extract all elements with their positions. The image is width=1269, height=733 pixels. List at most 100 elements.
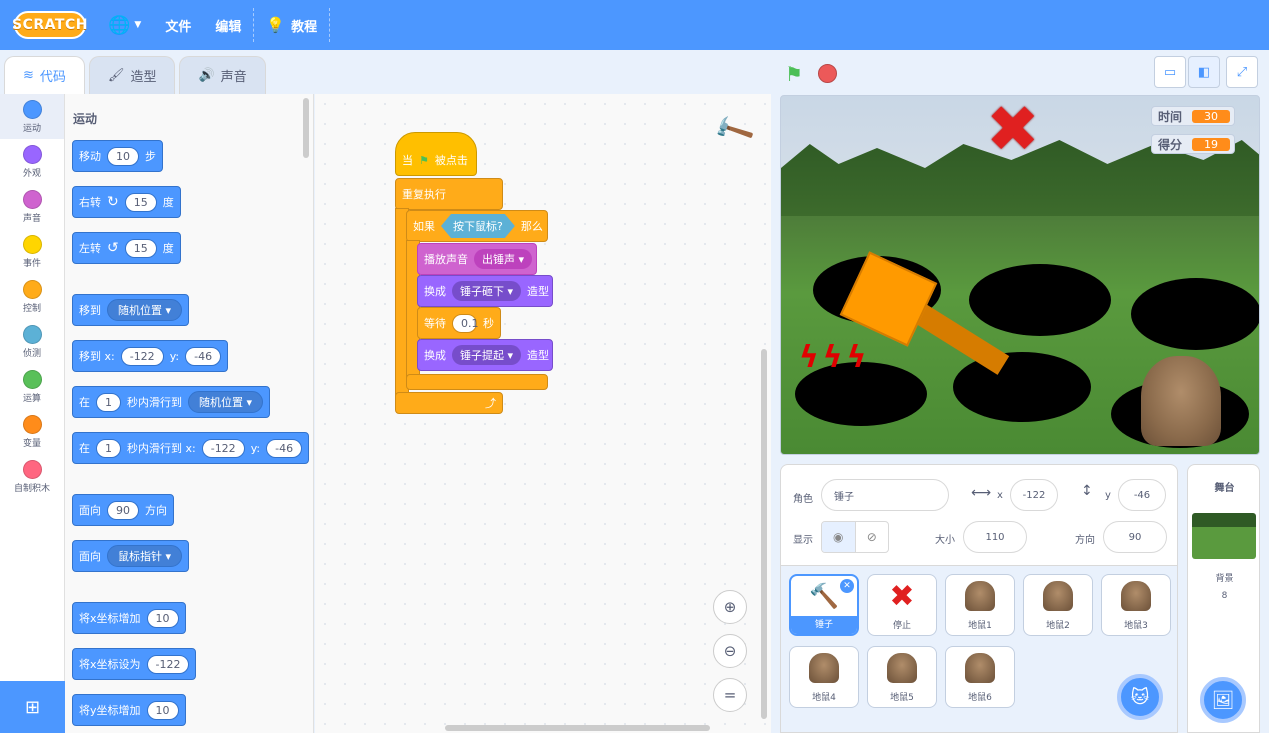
zoom-in-button[interactable]: ⊕: [713, 590, 747, 624]
block-glide[interactable]: 在 1 秒内滑行到 随机位置 ▾: [72, 386, 271, 418]
category-sound[interactable]: 声音: [0, 184, 64, 229]
costume-dropdown[interactable]: 锤子砸下 ▾: [452, 281, 522, 301]
tab-sounds[interactable]: 🔊 声音: [179, 56, 266, 94]
sprite-tile-mole6[interactable]: 地鼠6: [945, 646, 1015, 708]
sprite-tile-mole1[interactable]: 地鼠1: [945, 574, 1015, 636]
block-turn-left[interactable]: 左转 ↺ 15 度: [72, 232, 181, 264]
show-visible-button[interactable]: ◉: [822, 522, 856, 552]
sprite-tile-stop[interactable]: ✖ 停止: [867, 574, 937, 636]
block-turn-right[interactable]: 右转 ↻ 15 度: [72, 186, 181, 218]
block-goto-xy[interactable]: 移到 x: -122 y: -46: [72, 340, 229, 372]
category-motion[interactable]: 运动: [0, 94, 64, 139]
number-input[interactable]: -122: [146, 654, 190, 674]
number-input[interactable]: 10: [146, 608, 179, 628]
when-flag-clicked-block[interactable]: 当 ⚑ 被点击: [395, 132, 477, 176]
category-looks[interactable]: 外观: [0, 139, 64, 184]
number-input[interactable]: 15: [124, 192, 157, 212]
tutorials-menu[interactable]: 💡 教程: [254, 0, 329, 50]
block-change-x[interactable]: 将x坐标增加 10: [72, 602, 186, 634]
zoom-reset-button[interactable]: =: [713, 678, 747, 712]
small-stage-button[interactable]: ▭: [1154, 56, 1186, 88]
number-input[interactable]: 15: [124, 238, 157, 258]
block-point-towards[interactable]: 面向 鼠标指针 ▾: [72, 540, 190, 572]
edit-menu[interactable]: 编辑: [203, 0, 253, 50]
stop-x-sprite[interactable]: ✖: [986, 98, 1040, 162]
switch-costume-block[interactable]: 换成 锤子砸下 ▾ 造型: [417, 275, 553, 307]
sprite-tile-hammer[interactable]: ✕ 🔨 锤子: [789, 574, 859, 636]
show-hidden-button[interactable]: ⊘: [856, 522, 889, 552]
green-flag-button[interactable]: ⚑: [785, 62, 803, 86]
number-input[interactable]: 1: [96, 392, 121, 412]
language-menu[interactable]: 🌐 ▼: [96, 0, 153, 50]
forever-block[interactable]: 重复执行: [395, 178, 503, 210]
tab-code[interactable]: ≋ 代码: [4, 56, 85, 94]
timer-monitor: 时间 30: [1150, 106, 1235, 126]
tab-costumes[interactable]: 🖌 造型: [88, 56, 176, 94]
stop-button[interactable]: [818, 64, 837, 83]
add-sprite-button[interactable]: 🐱: [1117, 674, 1163, 720]
category-variables[interactable]: 变量: [0, 409, 64, 454]
script-hscrollbar[interactable]: [445, 725, 710, 731]
scratch-logo[interactable]: SCRATCH: [12, 11, 87, 39]
size-input[interactable]: 110: [963, 521, 1027, 553]
block-palette: 运动 移动 10 步 右转 ↻ 15 度 左转 ↺ 15 度 移到 随机位置 ▾…: [65, 94, 314, 733]
category-dot: [22, 414, 42, 434]
number-input[interactable]: -46: [185, 346, 222, 366]
fullscreen-button[interactable]: ⤢: [1226, 56, 1258, 88]
squirrel-sprite[interactable]: [1141, 356, 1221, 446]
number-input[interactable]: -46: [266, 438, 303, 458]
eye-icon: ◉: [833, 530, 844, 544]
zoom-out-button[interactable]: ⊖: [713, 634, 747, 668]
block-point-direction[interactable]: 面向 90 方向: [72, 494, 174, 526]
category-control[interactable]: 控制: [0, 274, 64, 319]
stage-target-panel[interactable]: 舞台 背景 8 🖼: [1187, 464, 1260, 733]
category-my-blocks[interactable]: 自制积木: [0, 454, 64, 499]
if-then-block[interactable]: 如果 按下鼠标? 那么: [406, 210, 548, 242]
block-glide-xy[interactable]: 在 1 秒内滑行到 x: -122 y: -46: [72, 432, 310, 464]
number-input[interactable]: 10: [146, 700, 179, 720]
sprite-tile-mole5[interactable]: 地鼠5: [867, 646, 937, 708]
number-input[interactable]: 10: [107, 146, 139, 166]
number-input[interactable]: -122: [120, 346, 164, 366]
sprite-tile-mole4[interactable]: 地鼠4: [789, 646, 859, 708]
script-area[interactable]: 🔨 当 ⚑ 被点击 重复执行 ⤴ 如果 按下鼠标? 那么 播放声音 出锤声 ▾ …: [315, 94, 771, 733]
category-events[interactable]: 事件: [0, 229, 64, 274]
mouse-down-condition[interactable]: 按下鼠标?: [441, 214, 515, 238]
category-sensing[interactable]: 侦测: [0, 319, 64, 364]
show-label: 显示: [793, 535, 813, 546]
number-input[interactable]: 1: [96, 438, 121, 458]
normal-stage-button[interactable]: ◧: [1188, 56, 1220, 88]
number-input[interactable]: 0.1: [452, 313, 479, 333]
costume-dropdown[interactable]: 锤子提起 ▾: [452, 345, 522, 365]
category-operators[interactable]: 运算: [0, 364, 64, 409]
sprite-name-input[interactable]: 锤子: [821, 479, 949, 511]
stage-canvas[interactable]: ϟϟϟ ✖ 时间 30 得分 19: [780, 95, 1260, 455]
sound-dropdown[interactable]: 出锤声 ▾: [474, 249, 533, 269]
glide-dropdown[interactable]: 随机位置 ▾: [188, 391, 264, 413]
block-move-steps[interactable]: 移动 10 步: [72, 140, 163, 172]
squirrel-icon: [1043, 575, 1073, 617]
delete-sprite-button[interactable]: ✕: [840, 579, 854, 593]
x-input[interactable]: -122: [1010, 479, 1058, 511]
block-set-x[interactable]: 将x坐标设为 -122: [72, 648, 197, 680]
switch-costume-block[interactable]: 换成 锤子提起 ▾ 造型: [417, 339, 553, 371]
goto-dropdown[interactable]: 随机位置 ▾: [107, 299, 183, 321]
y-input[interactable]: -46: [1118, 479, 1166, 511]
file-menu[interactable]: 文件: [153, 0, 203, 50]
towards-dropdown[interactable]: 鼠标指针 ▾: [107, 545, 183, 567]
category-dot: [22, 234, 42, 254]
direction-input[interactable]: 90: [1103, 521, 1167, 553]
wait-block[interactable]: 等待 0.1 秒: [417, 307, 501, 339]
add-extension-button[interactable]: ⊞: [0, 681, 65, 733]
number-input[interactable]: 90: [107, 500, 139, 520]
sprite-name: 锤子: [791, 616, 857, 634]
add-backdrop-button[interactable]: 🖼: [1200, 677, 1246, 723]
play-sound-block[interactable]: 播放声音 出锤声 ▾: [417, 243, 537, 275]
palette-scrollbar[interactable]: [303, 98, 309, 158]
block-goto[interactable]: 移到 随机位置 ▾: [72, 294, 190, 326]
sprite-tile-mole2[interactable]: 地鼠2: [1023, 574, 1093, 636]
block-change-y[interactable]: 将y坐标增加 10: [72, 694, 186, 726]
sprite-tile-mole3[interactable]: 地鼠3: [1101, 574, 1171, 636]
script-vscrollbar[interactable]: [761, 349, 767, 719]
number-input[interactable]: -122: [201, 438, 245, 458]
